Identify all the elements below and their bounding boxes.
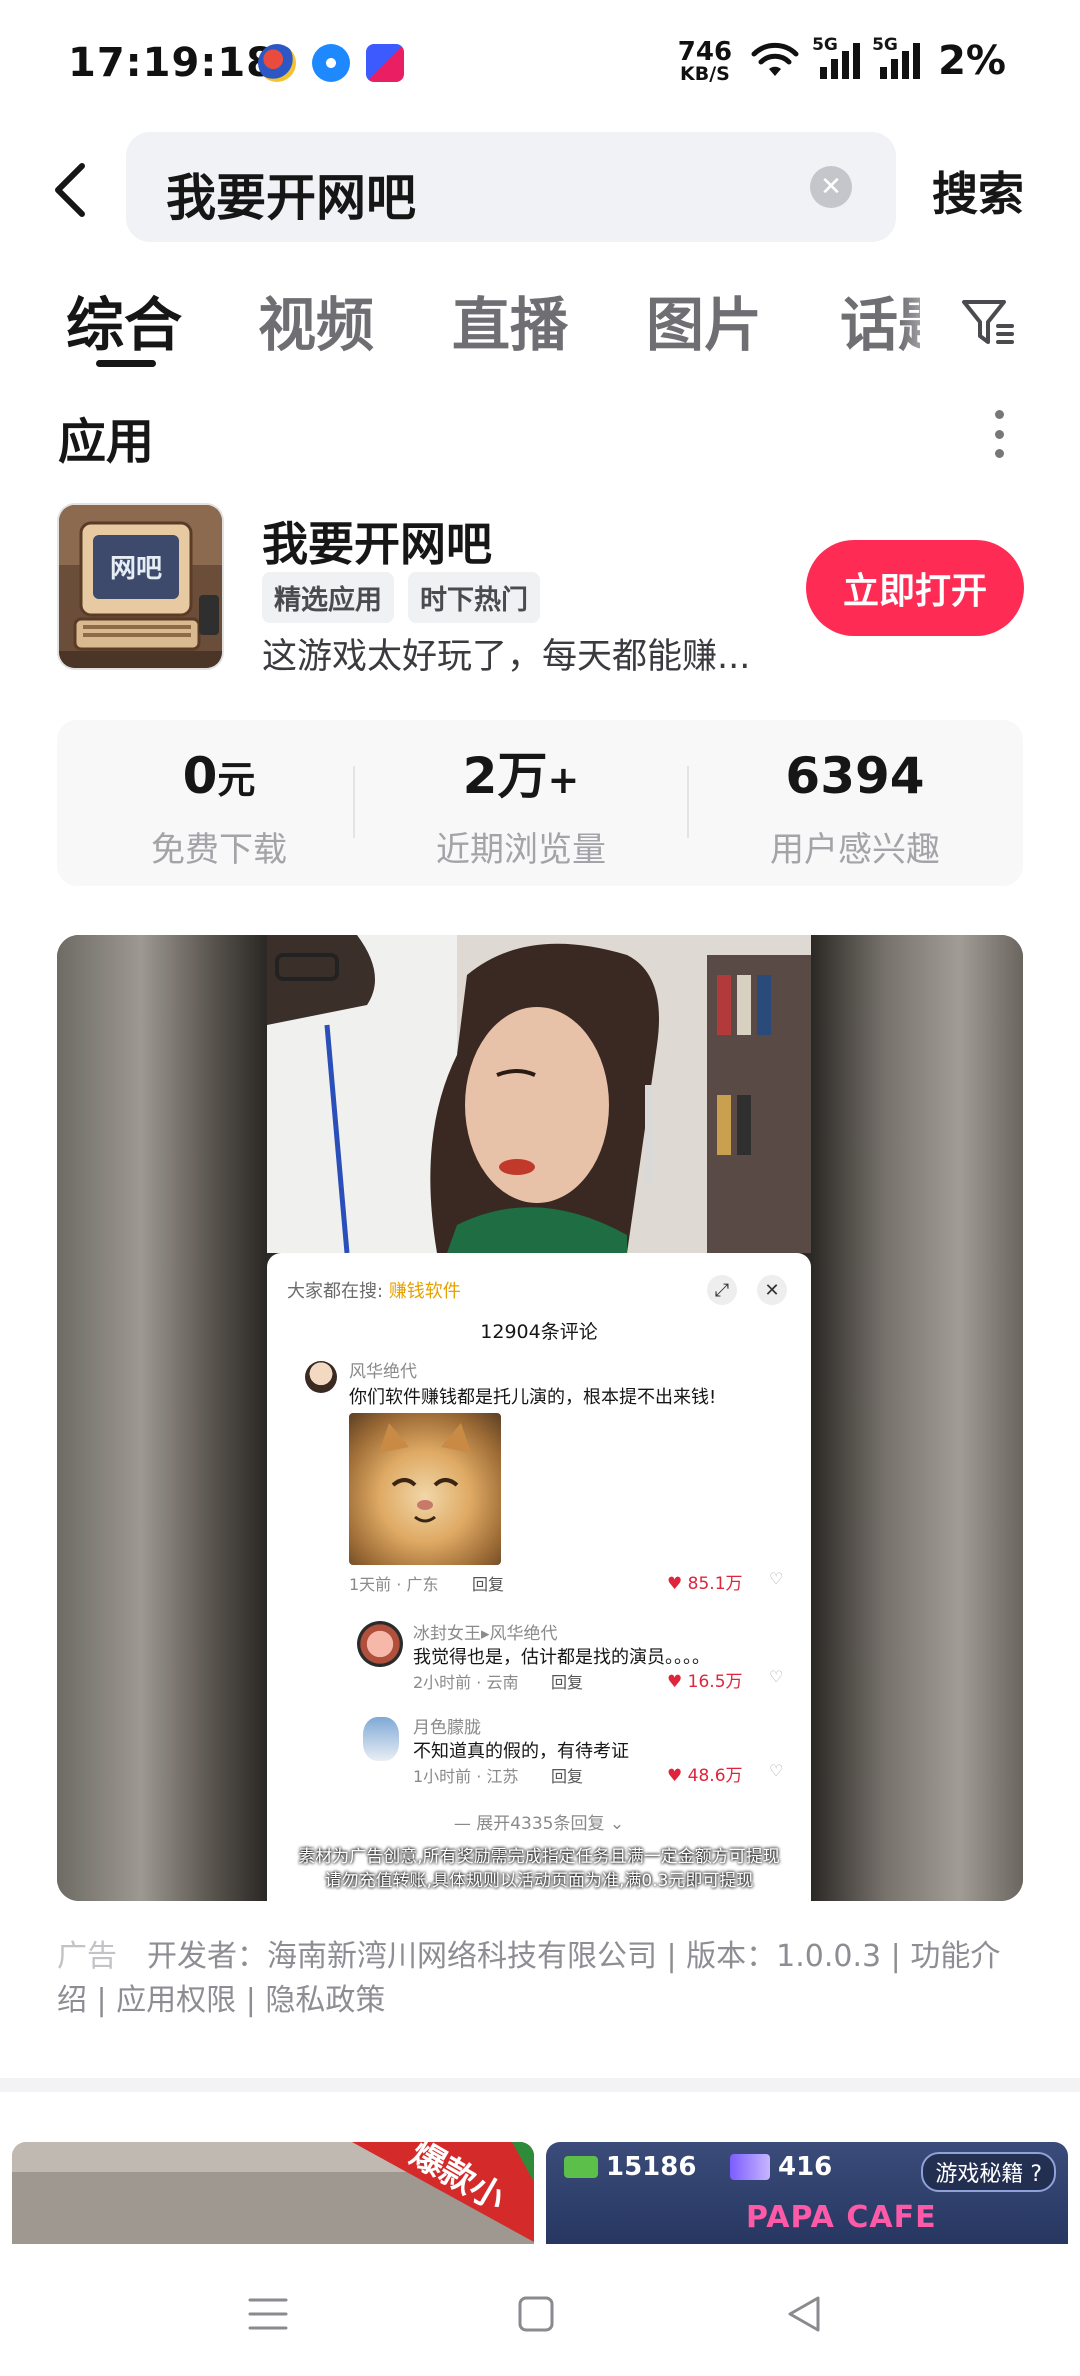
coin-counter: 15186 — [564, 2152, 696, 2182]
video-blur-right — [811, 935, 1023, 1901]
dislike-icon: ♡ — [769, 1761, 784, 1780]
tab-videos[interactable]: 视频 — [258, 278, 374, 362]
ad-info: 广告 开发者：海南新湾川网络科技有限公司 | 版本：1.0.0.3 | 功能介绍 … — [57, 1935, 1023, 2023]
section-divider — [0, 2078, 1080, 2092]
stat-price: 0元 免费下载 — [151, 747, 287, 870]
search-query: 我要开网吧 — [166, 169, 416, 227]
active-tab-indicator — [96, 360, 156, 367]
more-dots-icon — [994, 410, 1004, 419]
system-nav-bar — [0, 2244, 1080, 2376]
dislike-icon: ♡ — [769, 1569, 784, 1588]
hot-search-bar[interactable]: 大家都在搜: 赚钱软件 — [287, 1277, 461, 1303]
tab-all[interactable]: 综合 — [66, 278, 182, 362]
result-tabs: 综合 视频 直播 图片 话题 — [0, 268, 1080, 378]
system-back-button[interactable] — [774, 2284, 834, 2344]
computer-icon: 网吧 — [59, 505, 222, 668]
expand-replies: — 展开4335条回复 ⌄ — [453, 1814, 625, 1834]
section-title: 应用 — [58, 414, 155, 470]
dislike-icon: ♡ — [769, 1667, 784, 1686]
back-button[interactable] — [40, 156, 100, 224]
clear-search-button[interactable]: ✕ — [810, 166, 852, 208]
game-tips-chip: 游戏秘籍 ? — [921, 2152, 1056, 2192]
more-options-button[interactable] — [984, 404, 1014, 464]
open-app-button[interactable]: 立即打开 — [806, 540, 1024, 636]
wifi-icon — [751, 42, 799, 76]
app-tags: 精选应用 时下热门 — [262, 572, 540, 623]
search-header: 我要开网吧 ✕ 搜索 — [0, 130, 1080, 250]
comment-count: 12904条评论 — [480, 1321, 598, 1343]
app-notification-icon — [312, 44, 350, 82]
signal-icon: 5G — [872, 35, 921, 79]
search-results-page: 17:19:18 746 KB/S 5G 5G 2% 我要开网吧 ✕ 搜索 综合… — [0, 0, 1080, 2376]
tab-fade — [900, 268, 960, 378]
ad-label: 广告 — [57, 1939, 117, 1974]
developer-info-links[interactable]: 开发者：海南新湾川网络科技有限公司 | 版本：1.0.0.3 | 功能介绍 | … — [57, 1939, 1000, 2018]
app-stats: 0元 免费下载 2万+ 近期浏览量 6394 用户感兴趣 — [57, 720, 1023, 886]
tab-images[interactable]: 图片 — [646, 278, 762, 362]
network-speed: 746 KB/S — [677, 36, 733, 85]
like-count: ♥ 16.5万 — [667, 1672, 743, 1692]
search-button[interactable]: 搜索 — [932, 158, 1024, 224]
battery-level: 2% — [938, 38, 1006, 84]
stat-divider — [353, 766, 355, 838]
avatar — [363, 1717, 399, 1761]
app-description: 这游戏太好玩了，每天都能赚... — [262, 637, 751, 677]
app-icon[interactable]: 网吧 — [57, 503, 224, 670]
filter-button[interactable] — [960, 292, 1016, 352]
stat-interest: 6394 用户感兴趣 — [770, 747, 940, 870]
comments-sheet: 大家都在搜: 赚钱软件 ⤢ ✕ 12904条评论 风华绝代 你们软件赚钱都是托儿… — [267, 1253, 811, 1901]
gem-icon — [730, 2154, 770, 2180]
home-button[interactable] — [506, 2284, 566, 2344]
notification-icons — [258, 44, 404, 82]
like-count: ♥ 48.6万 — [667, 1766, 743, 1786]
comment-image — [349, 1413, 501, 1565]
gem-counter: 416 — [730, 2152, 832, 2182]
stat-views: 2万+ 近期浏览量 — [436, 747, 606, 870]
tab-live[interactable]: 直播 — [452, 278, 568, 362]
hot-search-term: 赚钱软件 — [388, 1281, 461, 1302]
triangle-back-icon — [788, 2296, 820, 2332]
status-bar: 17:19:18 746 KB/S 5G 5G 2% — [0, 0, 1080, 130]
expand-icon[interactable]: ⤢ — [707, 1275, 737, 1305]
menu-icon — [248, 2298, 288, 2330]
cafe-sign: PAPA CAFE — [746, 2200, 937, 2235]
home-square-icon — [518, 2296, 554, 2332]
app-name[interactable]: 我要开网吧 — [262, 508, 492, 574]
close-icon[interactable]: ✕ — [757, 1275, 787, 1305]
stat-divider — [687, 766, 689, 838]
search-input[interactable]: 我要开网吧 ✕ — [126, 132, 896, 242]
avatar — [357, 1621, 403, 1667]
app-icon-label: 网吧 — [110, 554, 162, 584]
ad-disclaimer: 素材为广告创意,所有奖励需完成指定任务且满一定金额方可提现 请勿充值转账,具体规… — [298, 1847, 780, 1891]
cash-icon — [564, 2156, 598, 2178]
video-blur-left — [57, 935, 267, 1901]
status-indicators: 746 KB/S 5G 5G 2% — [677, 35, 1006, 85]
status-time: 17:19:18 — [68, 40, 275, 86]
chevron-left-icon — [55, 163, 85, 217]
avatar — [305, 1361, 337, 1393]
ad-video[interactable]: 大家都在搜: 赚钱软件 ⤢ ✕ 12904条评论 风华绝代 你们软件赚钱都是托儿… — [57, 935, 1023, 1901]
app-tag: 精选应用 — [262, 572, 394, 623]
app-notification-icon — [258, 44, 296, 82]
video-thumbnail — [267, 935, 811, 1253]
signal-icon: 5G — [812, 35, 861, 79]
like-count: ♥ 85.1万 — [667, 1574, 743, 1594]
video-frame: 大家都在搜: 赚钱软件 ⤢ ✕ 12904条评论 风华绝代 你们软件赚钱都是托儿… — [267, 935, 811, 1901]
filter-icon — [962, 300, 1014, 344]
menu-button[interactable] — [238, 2284, 298, 2344]
app-tag: 时下热门 — [408, 572, 540, 623]
app-notification-icon — [366, 44, 404, 82]
